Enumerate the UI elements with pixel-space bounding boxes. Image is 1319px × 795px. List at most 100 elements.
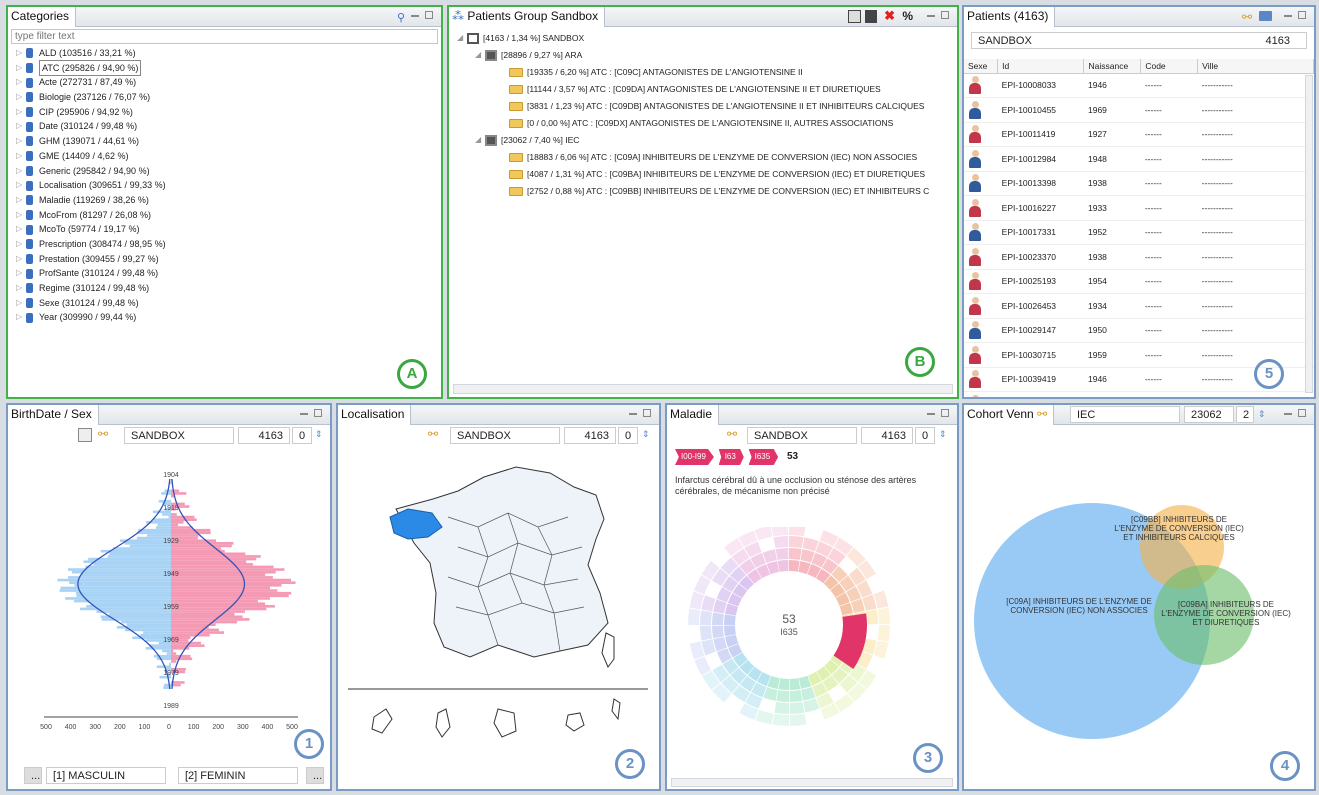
female-bar[interactable] [171, 597, 270, 600]
percent-icon[interactable]: % [902, 9, 913, 23]
male-bar[interactable] [76, 594, 171, 598]
sunburst-segment[interactable] [777, 560, 789, 572]
expand-arrow-icon[interactable]: ▷ [16, 222, 26, 237]
category-item[interactable]: ▷ Prescription (308474 / 98,95 %) [16, 237, 441, 252]
female-bar[interactable] [171, 526, 193, 529]
feminin-legend[interactable]: [2] FEMININ [178, 767, 298, 784]
female-bar[interactable] [171, 589, 278, 592]
delete-icon[interactable]: ✖ [884, 8, 895, 24]
male-bar[interactable] [57, 578, 171, 582]
category-item[interactable]: ▷ Date (310124 / 99,48 %) [16, 119, 441, 134]
maladie-tab[interactable]: Maladie [667, 405, 720, 425]
zoom-icon[interactable] [78, 428, 92, 442]
female-bar[interactable] [171, 534, 199, 537]
female-bar[interactable] [171, 523, 179, 527]
group-node[interactable]: ◢ [28896 / 9,27 %] ARA [453, 47, 957, 64]
expand-arrow-icon[interactable]: ▷ [16, 46, 26, 61]
sunburst-segment[interactable] [754, 527, 773, 541]
sunburst-segment[interactable] [877, 625, 890, 642]
expand-arrow-icon[interactable]: ▷ [16, 149, 26, 164]
link-icon[interactable]: ⚯ [1037, 407, 1047, 421]
table-row[interactable]: EPI-10023370 1938 ------ ----------- [964, 244, 1314, 270]
sandbox-tab[interactable]: ⁂ Patients Group Sandbox [449, 7, 606, 27]
male-bar[interactable] [168, 515, 171, 519]
table-row[interactable]: EPI-100425441935----------------- [964, 391, 1314, 397]
female-bar[interactable] [171, 513, 177, 516]
category-item[interactable]: ▷ Sexe (310124 / 99,48 %) [16, 296, 441, 311]
sunburst-segment[interactable] [789, 548, 802, 560]
sunburst-segment[interactable] [789, 701, 805, 714]
index-field[interactable]: 2 [1236, 406, 1254, 423]
link-icon[interactable]: ⚯ [727, 427, 737, 441]
female-bar[interactable] [171, 584, 282, 587]
minimize-icon[interactable] [1284, 15, 1292, 17]
female-bar[interactable] [171, 610, 246, 613]
male-bar[interactable] [109, 552, 171, 556]
sunburst-segment[interactable] [865, 609, 878, 625]
female-bar[interactable] [171, 578, 291, 582]
maximize-icon[interactable] [425, 11, 433, 19]
category-item[interactable]: ▷ Biologie (237126 / 76,07 %) [16, 90, 441, 105]
category-item[interactable]: ▷ McoTo (59774 / 19,17 %) [16, 222, 441, 237]
folder-node[interactable]: [3831 / 1,23 %] ATC : [C09DB] ANTAGONIST… [453, 98, 957, 115]
column-header[interactable]: Ville [1197, 59, 1314, 74]
masculin-legend[interactable]: [1] MASCULIN [46, 767, 166, 784]
female-bar[interactable] [171, 489, 180, 493]
female-bar[interactable] [171, 542, 234, 545]
minimize-icon[interactable] [411, 15, 419, 17]
female-bar[interactable] [171, 531, 211, 535]
male-bar[interactable] [71, 570, 171, 574]
female-bar[interactable] [171, 652, 177, 655]
folder-node[interactable]: [2752 / 0,88 %] ATC : [C09BB] INHIBITEUR… [453, 183, 957, 200]
expand-arrow-icon[interactable]: ▷ [16, 61, 26, 76]
new-group-icon[interactable] [848, 10, 861, 23]
spinner-icon[interactable]: ⇕ [939, 429, 947, 440]
sunburst-segment[interactable] [789, 689, 803, 702]
sunburst-segment[interactable] [789, 527, 806, 537]
horizontal-scrollbar[interactable] [453, 384, 953, 394]
categories-tab[interactable]: Categories [8, 7, 77, 27]
filter-tree-icon[interactable]: ⚲ [397, 11, 405, 24]
link-icon[interactable]: ⚯ [428, 427, 438, 441]
folder-node[interactable]: [11144 / 3,57 %] ATC : [C09DA] ANTAGONIS… [453, 81, 957, 98]
sunburst-segment[interactable] [789, 713, 807, 726]
male-bar[interactable] [67, 568, 171, 571]
sunburst-segment[interactable] [688, 608, 701, 625]
female-bar[interactable] [171, 620, 238, 624]
folder-node[interactable]: [19335 / 6,20 %] ATC : [C09C] ANTAGONIST… [453, 64, 957, 81]
expand-arrow-icon[interactable]: ▷ [16, 266, 26, 281]
category-item[interactable]: ▷ Prestation (309455 / 99,27 %) [16, 252, 441, 267]
male-bar[interactable] [147, 534, 171, 537]
sunburst-segment[interactable] [778, 678, 789, 690]
female-bar[interactable] [171, 552, 246, 556]
minimize-icon[interactable] [300, 413, 308, 415]
male-bar[interactable] [69, 581, 171, 584]
category-item[interactable]: ▷ Acte (272731 / 87,49 %) [16, 75, 441, 90]
table-row[interactable]: EPI-10017331 1952 ------ ----------- [964, 220, 1314, 245]
female-bar[interactable] [171, 599, 258, 603]
column-header[interactable]: Naissance [1083, 59, 1142, 74]
maximize-icon[interactable] [1298, 409, 1306, 417]
group-field[interactable]: SANDBOX [124, 427, 234, 444]
sunburst-segment[interactable] [772, 713, 789, 726]
female-bar[interactable] [171, 602, 266, 605]
female-bar[interactable] [171, 570, 276, 574]
table-row[interactable]: EPI-10012984 1948 ------ ----------- [964, 146, 1314, 172]
sunburst-segment[interactable] [774, 701, 789, 714]
female-bar[interactable] [171, 615, 243, 619]
maximize-icon[interactable] [314, 409, 322, 417]
female-bar[interactable] [171, 581, 296, 584]
female-bar[interactable] [171, 591, 292, 595]
sunburst-segment[interactable] [776, 690, 789, 702]
category-item[interactable]: ▷ Maladie (119269 / 38,26 %) [16, 193, 441, 208]
male-bar[interactable] [149, 644, 171, 647]
category-item[interactable]: ▷ Localisation (309651 / 99,33 %) [16, 178, 441, 193]
column-header[interactable]: Sexe [964, 59, 999, 74]
folder-node[interactable]: [0 / 0,00 %] ATC : [C09DX] ANTAGONISTES … [453, 115, 957, 132]
expand-arrow-icon[interactable]: ▷ [16, 310, 26, 325]
table-row[interactable]: EPI-10025193 1954 ------ ----------- [964, 269, 1314, 294]
male-bar[interactable] [153, 518, 171, 521]
sunburst-segment[interactable] [773, 536, 789, 549]
maximize-icon[interactable] [643, 409, 651, 417]
sunburst-segment[interactable] [755, 709, 774, 725]
